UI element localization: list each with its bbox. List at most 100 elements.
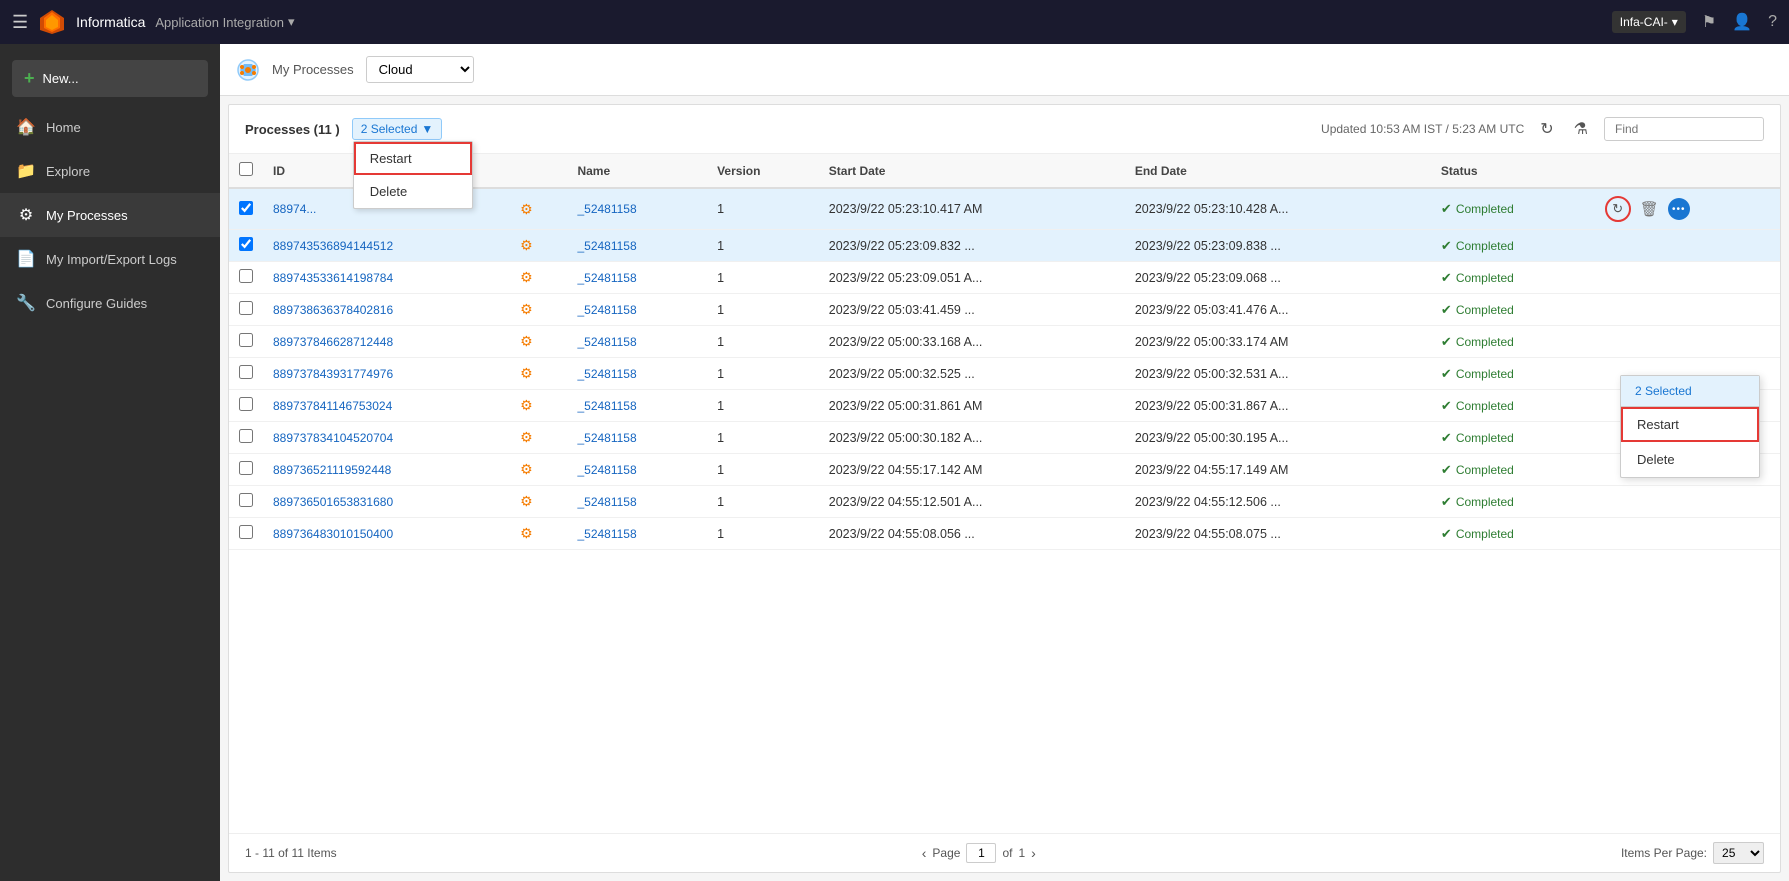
- row-name-link[interactable]: _52481158: [577, 495, 636, 509]
- refresh-button[interactable]: ↻: [1536, 115, 1557, 143]
- row-checkbox[interactable]: [239, 269, 253, 283]
- right-popup-restart[interactable]: Restart: [1621, 407, 1759, 442]
- status-check-icon: ✔: [1441, 462, 1452, 478]
- dropdown-delete[interactable]: Delete: [354, 175, 472, 208]
- row-checkbox[interactable]: [239, 365, 253, 379]
- items-range: 1 - 11 of 11 Items: [245, 846, 337, 860]
- sidebar-item-my-processes[interactable]: ⚙ My Processes: [0, 193, 220, 237]
- row-id-link[interactable]: 889738636378402816: [273, 303, 393, 317]
- row-name-link[interactable]: _52481158: [577, 431, 636, 445]
- home-icon: 🏠: [16, 117, 36, 137]
- row-id-link[interactable]: 889736483010150400: [273, 527, 393, 541]
- row-name-link[interactable]: _52481158: [577, 335, 636, 349]
- row-checkbox[interactable]: [239, 525, 253, 539]
- prev-page-button[interactable]: ‹: [922, 845, 927, 861]
- row-name-link[interactable]: _52481158: [577, 527, 636, 541]
- table-container: ID Name Version Start Date End Date Stat…: [229, 154, 1780, 833]
- app-module[interactable]: Application Integration ▾: [155, 14, 294, 30]
- restart-button[interactable]: ↻: [1605, 196, 1631, 222]
- row-status: ✔ Completed: [1431, 188, 1595, 230]
- row-status: ✔ Completed: [1431, 262, 1595, 294]
- row-checkbox[interactable]: [239, 333, 253, 347]
- row-id-link[interactable]: 889736501653831680: [273, 495, 393, 509]
- row-checkbox-cell: [229, 454, 263, 486]
- status-badge: ✔ Completed: [1441, 366, 1514, 382]
- row-id-link[interactable]: 889737843931774976: [273, 367, 393, 381]
- row-id-link[interactable]: 889743536894144512: [273, 239, 393, 253]
- row-status: ✔ Completed: [1431, 230, 1595, 262]
- action-icons: ↻🗑 •••: [1605, 196, 1770, 222]
- find-input[interactable]: [1604, 117, 1764, 141]
- row-checkbox[interactable]: [239, 461, 253, 475]
- select-all-checkbox[interactable]: [239, 162, 253, 176]
- row-process-icon-cell: ⚙: [510, 422, 567, 454]
- sidebar: + New... 🏠 Home 📁 Explore ⚙ My Processes…: [0, 44, 220, 881]
- cloud-select[interactable]: Cloud On-Premise: [366, 56, 474, 83]
- hamburger-icon[interactable]: ☰: [12, 12, 28, 33]
- page-label: Page: [932, 846, 960, 860]
- right-popup-delete[interactable]: Delete: [1621, 442, 1759, 477]
- process-gear-icon: ⚙: [520, 237, 533, 253]
- row-id-link[interactable]: 889736521119592448: [273, 463, 391, 477]
- processes-panel: Processes (11 ) 2 Selected ▼ Restart Del…: [228, 104, 1781, 873]
- more-button[interactable]: •••: [1668, 198, 1690, 220]
- sidebar-item-configure[interactable]: 🔧 Configure Guides: [0, 281, 220, 325]
- row-actions: [1595, 326, 1780, 358]
- my-processes-icon: ⚙: [16, 205, 36, 225]
- user-icon[interactable]: 👤: [1732, 12, 1752, 32]
- top-nav: ☰ Informatica Application Integration ▾ …: [0, 0, 1789, 44]
- row-start-date: 2023/9/22 04:55:08.056 ...: [819, 518, 1125, 550]
- table-row: 889736521119592448⚙_5248115812023/9/22 0…: [229, 454, 1780, 486]
- sidebar-item-import-export[interactable]: 📄 My Import/Export Logs: [0, 237, 220, 281]
- process-gear-icon: ⚙: [520, 333, 533, 349]
- row-name-link[interactable]: _52481158: [577, 367, 636, 381]
- row-id-link[interactable]: 889737841146753024: [273, 399, 392, 413]
- row-checkbox[interactable]: [239, 237, 253, 251]
- ipp-select[interactable]: 25 50 100: [1713, 842, 1764, 864]
- table-row: 889743533614198784⚙_5248115812023/9/22 0…: [229, 262, 1780, 294]
- row-version: 1: [707, 454, 819, 486]
- row-checkbox[interactable]: [239, 493, 253, 507]
- row-id-link[interactable]: 889737834104520704: [273, 431, 393, 445]
- row-process-icon-cell: ⚙: [510, 486, 567, 518]
- row-name-link[interactable]: _52481158: [577, 463, 636, 477]
- row-checkbox[interactable]: [239, 201, 253, 215]
- status-badge: ✔ Completed: [1441, 270, 1514, 286]
- dropdown-restart[interactable]: Restart: [354, 142, 472, 175]
- row-id-link[interactable]: 889737846628712448: [273, 335, 393, 349]
- row-version: 1: [707, 422, 819, 454]
- row-name-link[interactable]: _52481158: [577, 202, 636, 216]
- org-selector[interactable]: Infa-CAI- ▾: [1612, 11, 1686, 33]
- new-button[interactable]: + New...: [12, 60, 208, 97]
- status-check-icon: ✔: [1441, 238, 1452, 254]
- row-name-link[interactable]: _52481158: [577, 239, 636, 253]
- row-id-link[interactable]: 889743533614198784: [273, 271, 393, 285]
- row-end-date: 2023/9/22 05:23:09.838 ...: [1125, 230, 1431, 262]
- row-status: ✔ Completed: [1431, 326, 1595, 358]
- row-checkbox[interactable]: [239, 429, 253, 443]
- sidebar-item-home[interactable]: 🏠 Home: [0, 105, 220, 149]
- flag-icon[interactable]: ⚑: [1702, 12, 1716, 32]
- row-status: ✔ Completed: [1431, 294, 1595, 326]
- next-page-button[interactable]: ›: [1031, 845, 1036, 861]
- configure-icon: 🔧: [16, 293, 36, 313]
- filter-button[interactable]: ⚗: [1570, 115, 1592, 143]
- row-checkbox[interactable]: [239, 301, 253, 315]
- row-name: _52481158: [567, 230, 707, 262]
- row-name-link[interactable]: _52481158: [577, 399, 636, 413]
- selected-badge[interactable]: 2 Selected ▼ Restart Delete: [352, 118, 443, 140]
- row-checkbox-cell: [229, 390, 263, 422]
- delete-button[interactable]: 🗑: [1637, 197, 1662, 221]
- row-version: 1: [707, 518, 819, 550]
- page-number-input[interactable]: [966, 843, 996, 863]
- row-name-link[interactable]: _52481158: [577, 303, 636, 317]
- sidebar-item-explore[interactable]: 📁 Explore: [0, 149, 220, 193]
- row-checkbox[interactable]: [239, 397, 253, 411]
- row-name-link[interactable]: _52481158: [577, 271, 636, 285]
- row-version: 1: [707, 262, 819, 294]
- row-id-link[interactable]: 88974...: [273, 202, 316, 216]
- row-checkbox-cell: [229, 422, 263, 454]
- th-actions: [1595, 154, 1780, 188]
- help-icon[interactable]: ?: [1768, 13, 1777, 31]
- table-body: 88974...⚙_5248115812023/9/22 05:23:10.41…: [229, 188, 1780, 550]
